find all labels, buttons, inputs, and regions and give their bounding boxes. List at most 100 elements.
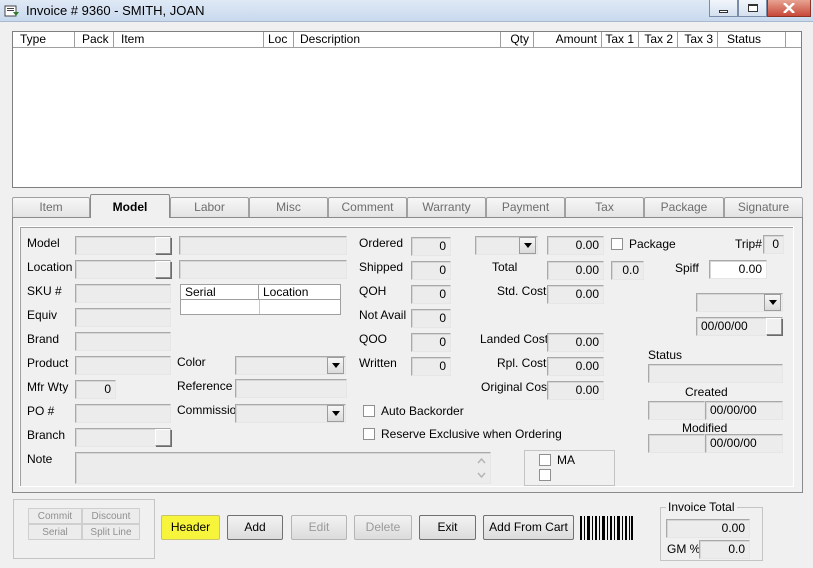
- split-line-button[interactable]: Split Line: [82, 524, 140, 540]
- equiv-label: Equiv: [27, 308, 58, 322]
- tab-comment[interactable]: Comment: [328, 197, 407, 217]
- right-type-select[interactable]: [696, 293, 783, 312]
- po-label: PO #: [27, 404, 55, 418]
- chevron-down-icon: [331, 411, 340, 416]
- add-from-cart-button[interactable]: Add From Cart: [483, 515, 574, 540]
- tab-signature[interactable]: Signature: [724, 197, 803, 217]
- tab-tax[interactable]: Tax: [565, 197, 644, 217]
- status-label: Status: [648, 348, 683, 362]
- discount-button[interactable]: Discount: [82, 508, 140, 524]
- tab-payment-label: Payment: [501, 200, 550, 214]
- tab-warranty[interactable]: Warranty: [407, 197, 486, 217]
- package-checkbox[interactable]: [611, 238, 623, 250]
- color-select[interactable]: [235, 356, 346, 375]
- reserve-exclusive-checkbox[interactable]: [363, 428, 375, 440]
- column-header-qty[interactable]: Qty: [501, 32, 534, 48]
- total-field: 0.00: [547, 261, 604, 280]
- sku-label: SKU #: [27, 284, 62, 298]
- commission-dropdown-button[interactable]: [327, 405, 344, 422]
- date-picker-button[interactable]: [766, 318, 782, 335]
- column-header-loc[interactable]: Loc: [264, 32, 294, 48]
- reference-field[interactable]: [235, 379, 347, 398]
- brand-field[interactable]: [75, 332, 171, 351]
- tab-misc[interactable]: Misc: [249, 197, 328, 217]
- edit-button[interactable]: Edit: [291, 515, 347, 540]
- tab-item[interactable]: Item: [12, 197, 90, 217]
- right-type-dropdown-button[interactable]: [764, 294, 781, 311]
- product-label: Product: [27, 356, 69, 370]
- qoh-label: QOH: [359, 284, 387, 298]
- tab-payment[interactable]: Payment: [486, 197, 565, 217]
- column-header-pack[interactable]: Pack: [75, 32, 114, 48]
- column-header-description[interactable]: Description: [294, 32, 501, 48]
- column-header-tax2[interactable]: Tax 2: [639, 32, 678, 48]
- reference-label: Reference: [177, 379, 233, 393]
- exit-button[interactable]: Exit: [419, 515, 476, 540]
- trip-field[interactable]: 0: [763, 235, 784, 254]
- note-label: Note: [27, 452, 53, 466]
- auto-backorder-label: Auto Backorder: [381, 404, 464, 418]
- brand-label: Brand: [27, 332, 60, 346]
- color-dropdown-button[interactable]: [327, 357, 344, 374]
- auto-backorder-checkbox[interactable]: [363, 405, 375, 417]
- column-header-item[interactable]: Item: [114, 32, 264, 48]
- note-field[interactable]: [75, 452, 491, 484]
- ma-secondary-checkbox[interactable]: [539, 469, 551, 481]
- location-lookup-button[interactable]: [155, 261, 171, 278]
- invoice-lines-grid[interactable]: Type Pack Item Loc Description Qty Amoun…: [12, 31, 802, 188]
- gm-field: 0.0: [699, 540, 750, 559]
- column-header-serial[interactable]: Serial: [181, 285, 259, 300]
- tab-signature-label: Signature: [737, 200, 790, 214]
- column-header-tax1[interactable]: Tax 1: [602, 32, 639, 48]
- spiff-field[interactable]: 0.00: [709, 260, 767, 279]
- chevron-down-icon: [523, 243, 532, 248]
- serial-button[interactable]: Serial: [28, 524, 82, 540]
- barcode-icon[interactable]: [580, 516, 633, 540]
- serial-location-table[interactable]: Serial Location: [180, 284, 341, 315]
- date-value: 00/00/00: [701, 319, 748, 333]
- minimize-button[interactable]: [709, 0, 738, 17]
- column-header-location[interactable]: Location: [259, 285, 341, 300]
- invoice-total-label: Invoice Total: [666, 500, 737, 514]
- sku-field[interactable]: [75, 284, 171, 303]
- add-button[interactable]: Add: [227, 515, 283, 540]
- modified-date-field: 00/00/00: [705, 434, 783, 453]
- qoo-label: QOO: [359, 332, 388, 346]
- tab-model[interactable]: Model: [90, 194, 170, 218]
- tab-labor[interactable]: Labor: [170, 197, 249, 217]
- price-type-dropdown-button[interactable]: [519, 237, 536, 254]
- equiv-field[interactable]: [75, 308, 171, 327]
- total-label: Total: [492, 260, 518, 274]
- note-scrollbar[interactable]: [473, 453, 490, 483]
- product-field[interactable]: [75, 356, 171, 375]
- branch-lookup-button[interactable]: [155, 429, 171, 446]
- delete-button[interactable]: Delete: [354, 515, 412, 540]
- tab-package[interactable]: Package: [644, 197, 724, 217]
- column-header-amount[interactable]: Amount: [534, 32, 602, 48]
- maximize-button[interactable]: [738, 0, 767, 17]
- column-header-tax3[interactable]: Tax 3: [678, 32, 718, 48]
- commit-button[interactable]: Commit: [28, 508, 82, 524]
- landed-cost-label: Landed Cost: [480, 332, 549, 346]
- ma-checkbox[interactable]: [539, 454, 551, 466]
- tab-labor-label: Labor: [194, 200, 225, 214]
- commission-select[interactable]: [235, 404, 346, 423]
- not-avail-label: Not Avail: [359, 308, 407, 322]
- price-field[interactable]: 0.00: [547, 236, 604, 255]
- mfr-wty-field[interactable]: 0: [75, 380, 116, 399]
- price-type-select[interactable]: [475, 236, 538, 255]
- model-description-field: [179, 236, 347, 255]
- po-field[interactable]: [75, 404, 171, 423]
- app-icon: [4, 5, 19, 17]
- add-from-cart-button-label: Add From Cart: [489, 520, 568, 534]
- delete-button-label: Delete: [365, 520, 401, 534]
- ordered-label: Ordered: [359, 236, 404, 250]
- header-button[interactable]: Header: [161, 515, 220, 540]
- model-lookup-button[interactable]: [155, 237, 171, 254]
- column-header-type[interactable]: Type: [13, 32, 75, 48]
- qoh-field: 0: [411, 285, 451, 304]
- ordered-field[interactable]: 0: [411, 237, 451, 256]
- std-cost-label: Std. Cost: [497, 284, 547, 298]
- close-button[interactable]: [767, 0, 811, 17]
- column-header-status[interactable]: Status: [718, 32, 786, 48]
